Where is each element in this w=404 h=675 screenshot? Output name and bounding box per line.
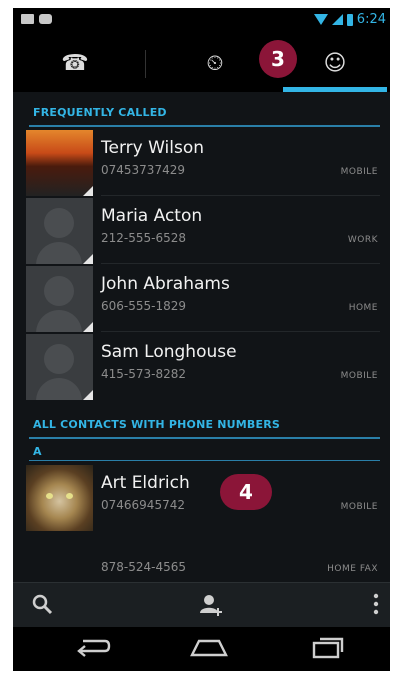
battery-icon (346, 13, 353, 26)
contact-phone: 415-573-8282 (101, 367, 187, 381)
clock-icon: ⏲ (206, 50, 224, 76)
tab-contacts[interactable]: ☺ (283, 34, 387, 92)
voicemail-icon (39, 14, 52, 24)
section-divider (29, 437, 380, 439)
tab-bar: ☎ ⏲ ☺ (13, 34, 390, 92)
contact-phone-type: HOME FAX (327, 564, 378, 574)
add-contact-icon[interactable] (199, 593, 223, 617)
section-letter-a: A (33, 445, 42, 458)
tab-recent[interactable]: ⏲ (153, 34, 277, 92)
tab-phone[interactable]: ☎ (13, 34, 137, 92)
contact-phone: 07453737429 (101, 163, 185, 177)
section-divider (29, 125, 380, 127)
contact-phone: 212-555-6528 (101, 231, 187, 245)
contact-photo (26, 465, 93, 531)
contact-phone-type: HOME (348, 303, 378, 313)
phone-icon: ☎ (61, 50, 89, 76)
section-divider (29, 460, 380, 461)
contact-phone: 606-555-1829 (101, 299, 187, 313)
phone-screen: 6:24 ☎ ⏲ ☺ 3 FREQUENTLY CALLED Terry Wil… (13, 8, 390, 671)
wifi-icon (313, 14, 328, 25)
navigation-bar (13, 627, 390, 671)
contact-name: Terry Wilson (101, 138, 205, 158)
contact-row[interactable]: Sam Longhouse 415-573-8282 MOBILE (13, 334, 390, 400)
contact-name: John Abrahams (101, 274, 230, 294)
back-icon[interactable] (75, 635, 111, 659)
contact-phone: 07466945742 (101, 498, 185, 512)
contact-photo (26, 130, 93, 196)
status-time: 6:24 (356, 12, 386, 27)
section-header-frequent: FREQUENTLY CALLED (33, 106, 167, 119)
contact-row[interactable]: Art Eldrich 07466945742 MOBILE (13, 465, 390, 531)
contact-phone-type: MOBILE (340, 502, 378, 512)
contact-phone: 878-524-4565 (101, 560, 187, 574)
mail-icon (21, 14, 34, 24)
contact-name: Art Eldrich (101, 473, 190, 493)
contact-name: Sam Longhouse (101, 342, 237, 362)
contact-row[interactable]: Maria Acton 212-555-6528 WORK (13, 198, 390, 264)
contact-phone-type: MOBILE (340, 371, 378, 381)
contact-photo (26, 266, 93, 332)
contact-row[interactable]: Terry Wilson 07453737429 MOBILE (13, 130, 390, 196)
bottom-action-bar (13, 582, 390, 627)
signal-icon (331, 14, 343, 25)
contact-photo (26, 334, 93, 400)
contact-phone-type: WORK (347, 235, 378, 245)
contact-row[interactable]: John Abrahams 606-555-1829 HOME (13, 266, 390, 332)
status-bar: 6:24 (13, 8, 390, 34)
callout-step-4: 4 (220, 474, 272, 510)
home-icon[interactable] (189, 635, 229, 659)
recent-apps-icon[interactable] (311, 635, 345, 659)
section-header-all-contacts: ALL CONTACTS WITH PHONE NUMBERS (33, 418, 280, 431)
search-icon[interactable] (31, 593, 53, 615)
contact-phone-type: MOBILE (340, 167, 378, 177)
contact-row[interactable]: 878-524-4565 HOME FAX (13, 551, 390, 581)
contact-name: Maria Acton (101, 206, 203, 226)
callout-step-3: 3 (259, 40, 297, 78)
selected-tab-indicator (283, 87, 387, 92)
contacts-icon: ☺ (323, 50, 347, 76)
overflow-menu-icon[interactable] (373, 593, 379, 615)
contact-photo (26, 198, 93, 264)
